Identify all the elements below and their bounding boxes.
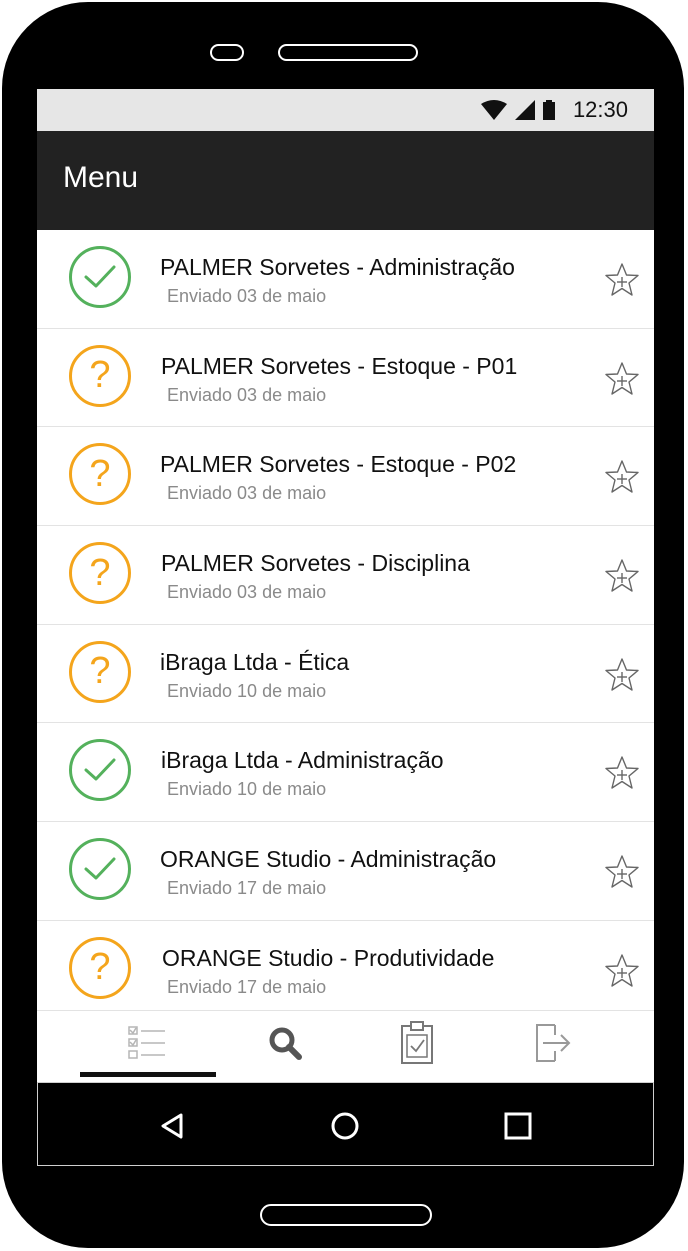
front-camera — [210, 44, 244, 61]
pending-status-icon: ? — [69, 640, 131, 703]
question-mark-glyph: ? — [89, 452, 111, 495]
list-item-title: ORANGE Studio - Administração — [160, 846, 497, 873]
list-item-title: PALMER Sorvetes - Estoque - P02 — [160, 451, 517, 478]
question-mark-glyph: ? — [89, 946, 111, 989]
list-item[interactable]: ? PALMER Sorvetes - Disciplina Enviado 03 … — [37, 526, 654, 625]
completed-status-icon — [69, 246, 131, 308]
list-item[interactable]: ? PALMER Sorvetes - Estoque - P01 Enviado … — [37, 329, 654, 428]
screen: 12:30 Menu PALMER Sorvetes - Administraç… — [37, 89, 654, 1082]
list-item[interactable]: PALMER Sorvetes - Administração Enviado 0… — [37, 230, 654, 329]
home-icon — [331, 1112, 359, 1140]
question-mark-glyph: ? — [89, 551, 111, 594]
bottom-tab-bar — [37, 1010, 654, 1082]
tab-search[interactable] — [255, 1021, 315, 1065]
tab-logout[interactable] — [521, 1021, 581, 1065]
list-item[interactable]: ? iBraga Ltda - Ética Enviado 10 de maio — [37, 625, 654, 724]
favorite-star-icon[interactable] — [604, 657, 640, 693]
list-item-title: PALMER Sorvetes - Administração — [160, 254, 515, 280]
search-icon — [269, 1027, 302, 1060]
pending-status-icon: ? — [69, 936, 131, 999]
favorite-star-icon[interactable] — [604, 953, 640, 989]
favorite-star-icon[interactable] — [604, 854, 640, 890]
list-item[interactable]: iBraga Ltda - Administração Enviado 10 de… — [37, 723, 654, 823]
completed-status-icon — [69, 739, 131, 802]
list-item-title: iBraga Ltda - Administração — [161, 747, 444, 774]
list-item-title: PALMER Sorvetes - Estoque - P01 — [161, 352, 518, 379]
back-icon — [161, 1113, 183, 1139]
page-title: Menu — [63, 161, 139, 194]
active-tab-indicator — [80, 1072, 216, 1077]
earpiece-speaker — [278, 44, 418, 61]
nav-home-button[interactable] — [328, 1109, 362, 1143]
list-item[interactable]: ORANGE Studio - Administração Enviado 17 … — [37, 822, 654, 921]
recents-icon — [504, 1112, 532, 1140]
app-bar: Menu — [37, 131, 654, 230]
pending-status-icon: ? — [69, 344, 131, 407]
list-item[interactable]: ? PALMER Sorvetes - Estoque - P02 Enviado … — [37, 427, 654, 527]
list-item-subtitle: Enviado 03 de maio — [167, 384, 327, 405]
list-item-title: PALMER Sorvetes - Disciplina — [161, 550, 470, 577]
list-item-title: ORANGE Studio - Produtividade — [162, 944, 495, 971]
hardware-home-slot — [260, 1204, 432, 1226]
completed-status-icon — [69, 838, 131, 901]
status-time: 12:30 — [572, 97, 628, 122]
nav-recents-button[interactable] — [501, 1109, 535, 1143]
tab-evaluations[interactable] — [387, 1021, 447, 1065]
wifi-icon — [480, 100, 507, 120]
checklist-icon — [128, 1026, 165, 1059]
nav-back-button[interactable] — [155, 1109, 189, 1143]
list-item-subtitle: Enviado 03 de maio — [167, 286, 327, 306]
clipboard-check-icon — [401, 1021, 433, 1064]
list-item-subtitle: Enviado 10 de maio — [167, 680, 327, 701]
logout-icon — [536, 1024, 571, 1062]
list-item-subtitle: Enviado 03 de maio — [167, 483, 327, 504]
battery-icon — [542, 100, 555, 120]
favorite-star-icon[interactable] — [604, 755, 640, 791]
questionnaire-list: PALMER Sorvetes - Administração Enviado 0… — [37, 230, 654, 1020]
list-item-title: iBraga Ltda - Ética — [160, 648, 350, 675]
favorite-star-icon[interactable] — [604, 558, 640, 594]
favorite-star-icon[interactable] — [604, 361, 640, 397]
list-item-subtitle: Enviado 10 de maio — [167, 779, 327, 800]
favorite-star-icon[interactable] — [604, 459, 640, 495]
list-item-subtitle: Enviado 03 de maio — [167, 582, 327, 603]
question-mark-glyph: ? — [89, 650, 111, 693]
pending-status-icon: ? — [69, 443, 131, 506]
list-item-subtitle: Enviado 17 de maio — [167, 878, 327, 899]
status-bar: 12:30 — [37, 89, 654, 131]
pending-status-icon: ? — [69, 542, 131, 605]
list-item[interactable]: ? ORANGE Studio - Produtividade Enviado 17… — [37, 921, 654, 1020]
favorite-star-icon[interactable] — [604, 262, 640, 298]
tab-list[interactable] — [117, 1021, 177, 1065]
list-item-subtitle: Enviado 17 de maio — [167, 976, 327, 997]
signal-icon — [514, 100, 535, 120]
system-nav-bar — [37, 1082, 654, 1166]
question-mark-glyph: ? — [89, 354, 111, 397]
